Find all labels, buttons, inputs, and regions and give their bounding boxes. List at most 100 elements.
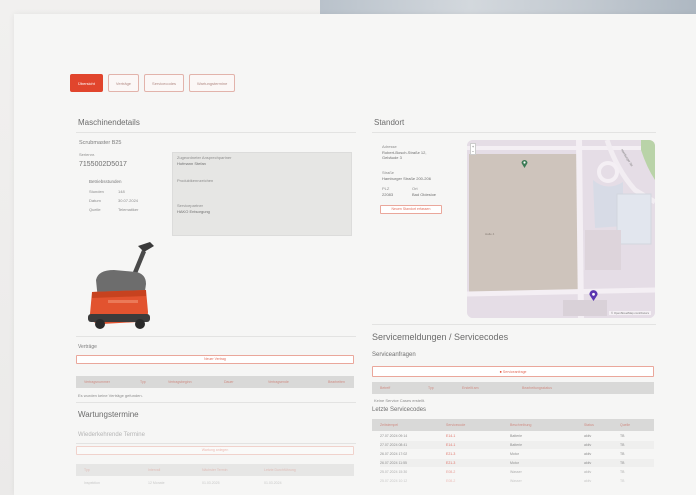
- col-timestamp: Zeitstempel: [380, 423, 399, 427]
- partner-value: HAKO Entsorgung: [177, 209, 210, 214]
- scrubber-machine-image: [84, 236, 164, 332]
- service-request-button[interactable]: ● Serviceanfrage: [372, 366, 654, 377]
- new-location-button[interactable]: Neuen Standort erfassen: [380, 205, 442, 214]
- machine-detail-page: Übersicht Verträge Servicecodes Wartungs…: [14, 14, 696, 495]
- maintenance-table-header: Typ Intervall Nächster Termin Letzte Dur…: [76, 464, 354, 476]
- service-request-label: Serviceanfrage: [502, 370, 527, 374]
- maintenance-title: Wartungstermine: [78, 410, 139, 419]
- col-source: Quelle: [620, 423, 631, 427]
- code-description: Motor: [510, 452, 519, 456]
- code-timestamp: 25.07.2024 10:12: [380, 479, 408, 483]
- col-edit: Bearbeiten: [328, 380, 345, 384]
- tab-bar: Übersicht Verträge Servicecodes Wartungs…: [70, 74, 236, 92]
- tab-overview[interactable]: Übersicht: [70, 74, 103, 92]
- service-codes-table-header: Zeitstempel Servicecode Beschreibung Sta…: [372, 419, 654, 431]
- code-status: aktiv: [584, 461, 592, 465]
- col-next: Nächster Termin: [202, 468, 228, 472]
- code-status: aktiv: [584, 434, 592, 438]
- map-zoom-control[interactable]: + −: [470, 143, 476, 155]
- tab-servicecodes[interactable]: Servicecodes: [144, 74, 185, 92]
- code-status: aktiv: [584, 452, 592, 456]
- add-maintenance-button[interactable]: Wartung anlegen: [76, 446, 354, 455]
- code-timestamp: 27.07.2024 09:14: [380, 434, 408, 438]
- code-timestamp: 25.07.2024 15:30: [380, 470, 408, 474]
- map-attribution[interactable]: © OpenStreetMap contributors: [609, 311, 651, 315]
- code-description: Wasser: [510, 470, 522, 474]
- contracts-title: Verträge: [78, 344, 97, 350]
- tab-contracts[interactable]: Verträge: [107, 74, 140, 92]
- divider: [76, 336, 356, 337]
- col-interval: Intervall: [148, 468, 161, 472]
- table-row[interactable]: 27.07.2024 09:14 E14-1 Batterie aktiv TB: [380, 432, 654, 440]
- divider: [372, 132, 656, 133]
- code-status: aktiv: [584, 443, 592, 447]
- product-label: Produktkennzeichen: [177, 178, 214, 183]
- date-label: Datum: [89, 198, 101, 203]
- col-created: Erstellt am: [462, 386, 479, 390]
- maintenance-interval: 12 Monate: [148, 481, 165, 485]
- table-row[interactable]: 25.07.2024 10:12 E08-2 Wasser aktiv TB: [380, 477, 654, 485]
- map-pin-purple-icon[interactable]: [589, 288, 598, 301]
- source-label: Quelle: [89, 207, 101, 212]
- table-row[interactable]: 26.07.2024 11:55 E21-3 Motor aktiv TB: [380, 459, 654, 467]
- new-contract-button[interactable]: Neuer Vertrag: [76, 355, 354, 364]
- table-row[interactable]: 26.07.2024 17:02 E21-3 Motor aktiv TB: [380, 450, 654, 458]
- code-value[interactable]: E08-2: [446, 470, 510, 474]
- plz-value: 22083: [382, 192, 394, 197]
- table-row[interactable]: 25.07.2024 15:30 E08-2 Wasser aktiv TB: [380, 468, 654, 476]
- operating-hours-label: Betriebsstunden: [89, 179, 122, 184]
- col-type: Typ: [428, 386, 434, 390]
- map-building-label: Halle 4: [485, 232, 495, 236]
- table-row[interactable]: Inspektion 12 Monate 01.03.2025 01.03.20…: [84, 479, 354, 487]
- col-start: Vertragsbeginn: [168, 380, 192, 384]
- col-end: Vertragsende: [268, 380, 289, 384]
- map-pin-green-icon[interactable]: [521, 155, 528, 168]
- hours-value: 148: [118, 189, 125, 194]
- contact-value: Hofmann Stefan: [177, 161, 206, 166]
- service-requests-table-header: Betreff Typ Erstellt am Bearbeitungsstat…: [372, 382, 654, 394]
- code-value[interactable]: E21-3: [446, 461, 510, 465]
- col-description: Beschreibung: [510, 423, 532, 427]
- tab-maintenance[interactable]: Wartungstermine: [189, 74, 236, 92]
- divider: [76, 443, 356, 444]
- code-value[interactable]: E08-2: [446, 479, 510, 483]
- code-value[interactable]: E21-3: [446, 452, 510, 456]
- code-value[interactable]: E14-1: [446, 434, 510, 438]
- code-timestamp: 26.07.2024 11:55: [380, 461, 407, 465]
- service-codes-title: Letzte Servicecodes: [372, 407, 427, 413]
- service-requests-empty-message: Keine Service Cases erstellt.: [374, 398, 426, 403]
- map-canvas: [467, 140, 655, 318]
- contracts-table-header: Vertragsnummer Typ Vertragsbeginn Dauer …: [76, 376, 354, 388]
- code-timestamp: 27.07.2024 08:41: [380, 443, 408, 447]
- maintenance-last: 01.03.2024: [264, 481, 282, 485]
- col-type: Typ: [140, 380, 146, 384]
- location-title: Standort: [374, 118, 405, 127]
- table-row[interactable]: 27.07.2024 08:41 E14-1 Batterie aktiv TB: [380, 441, 654, 449]
- serial-label: Seriennr.: [79, 152, 96, 157]
- code-value[interactable]: E14-1: [446, 443, 510, 447]
- code-timestamp: 26.07.2024 17:02: [380, 452, 408, 456]
- city-label: Ort: [412, 186, 418, 191]
- machine-model: Scrubmaster B25: [79, 140, 122, 146]
- code-source: TB: [620, 479, 625, 483]
- code-source: TB: [620, 470, 625, 474]
- plz-label: PLZ: [382, 186, 390, 191]
- partner-label: Servicepartner: [177, 203, 204, 208]
- service-requests-title: Serviceanfragen: [372, 352, 416, 358]
- contact-label: Zugeordneter Ansprechpartner: [177, 155, 232, 160]
- divider: [372, 324, 656, 325]
- divider: [76, 132, 356, 133]
- col-type: Typ: [84, 468, 90, 472]
- source-value: Telematiker: [118, 207, 139, 212]
- contracts-empty-message: Es wurden keine Verträge gefunden.: [78, 393, 143, 398]
- code-status: aktiv: [584, 479, 592, 483]
- address-value: Robert-Bosch-Straße 12, Gebäude 3: [382, 150, 427, 160]
- col-code: Servicecode: [446, 423, 466, 427]
- divider: [76, 402, 356, 403]
- code-description: Motor: [510, 461, 519, 465]
- col-contract-number: Vertragsnummer: [84, 380, 110, 384]
- maintenance-type: Inspektion: [84, 481, 100, 485]
- code-source: TB: [620, 461, 625, 465]
- code-description: Wasser: [510, 479, 522, 483]
- location-map[interactable]: + − Halle 4 Hamburger Str. © OpenStreetMa…: [467, 140, 655, 318]
